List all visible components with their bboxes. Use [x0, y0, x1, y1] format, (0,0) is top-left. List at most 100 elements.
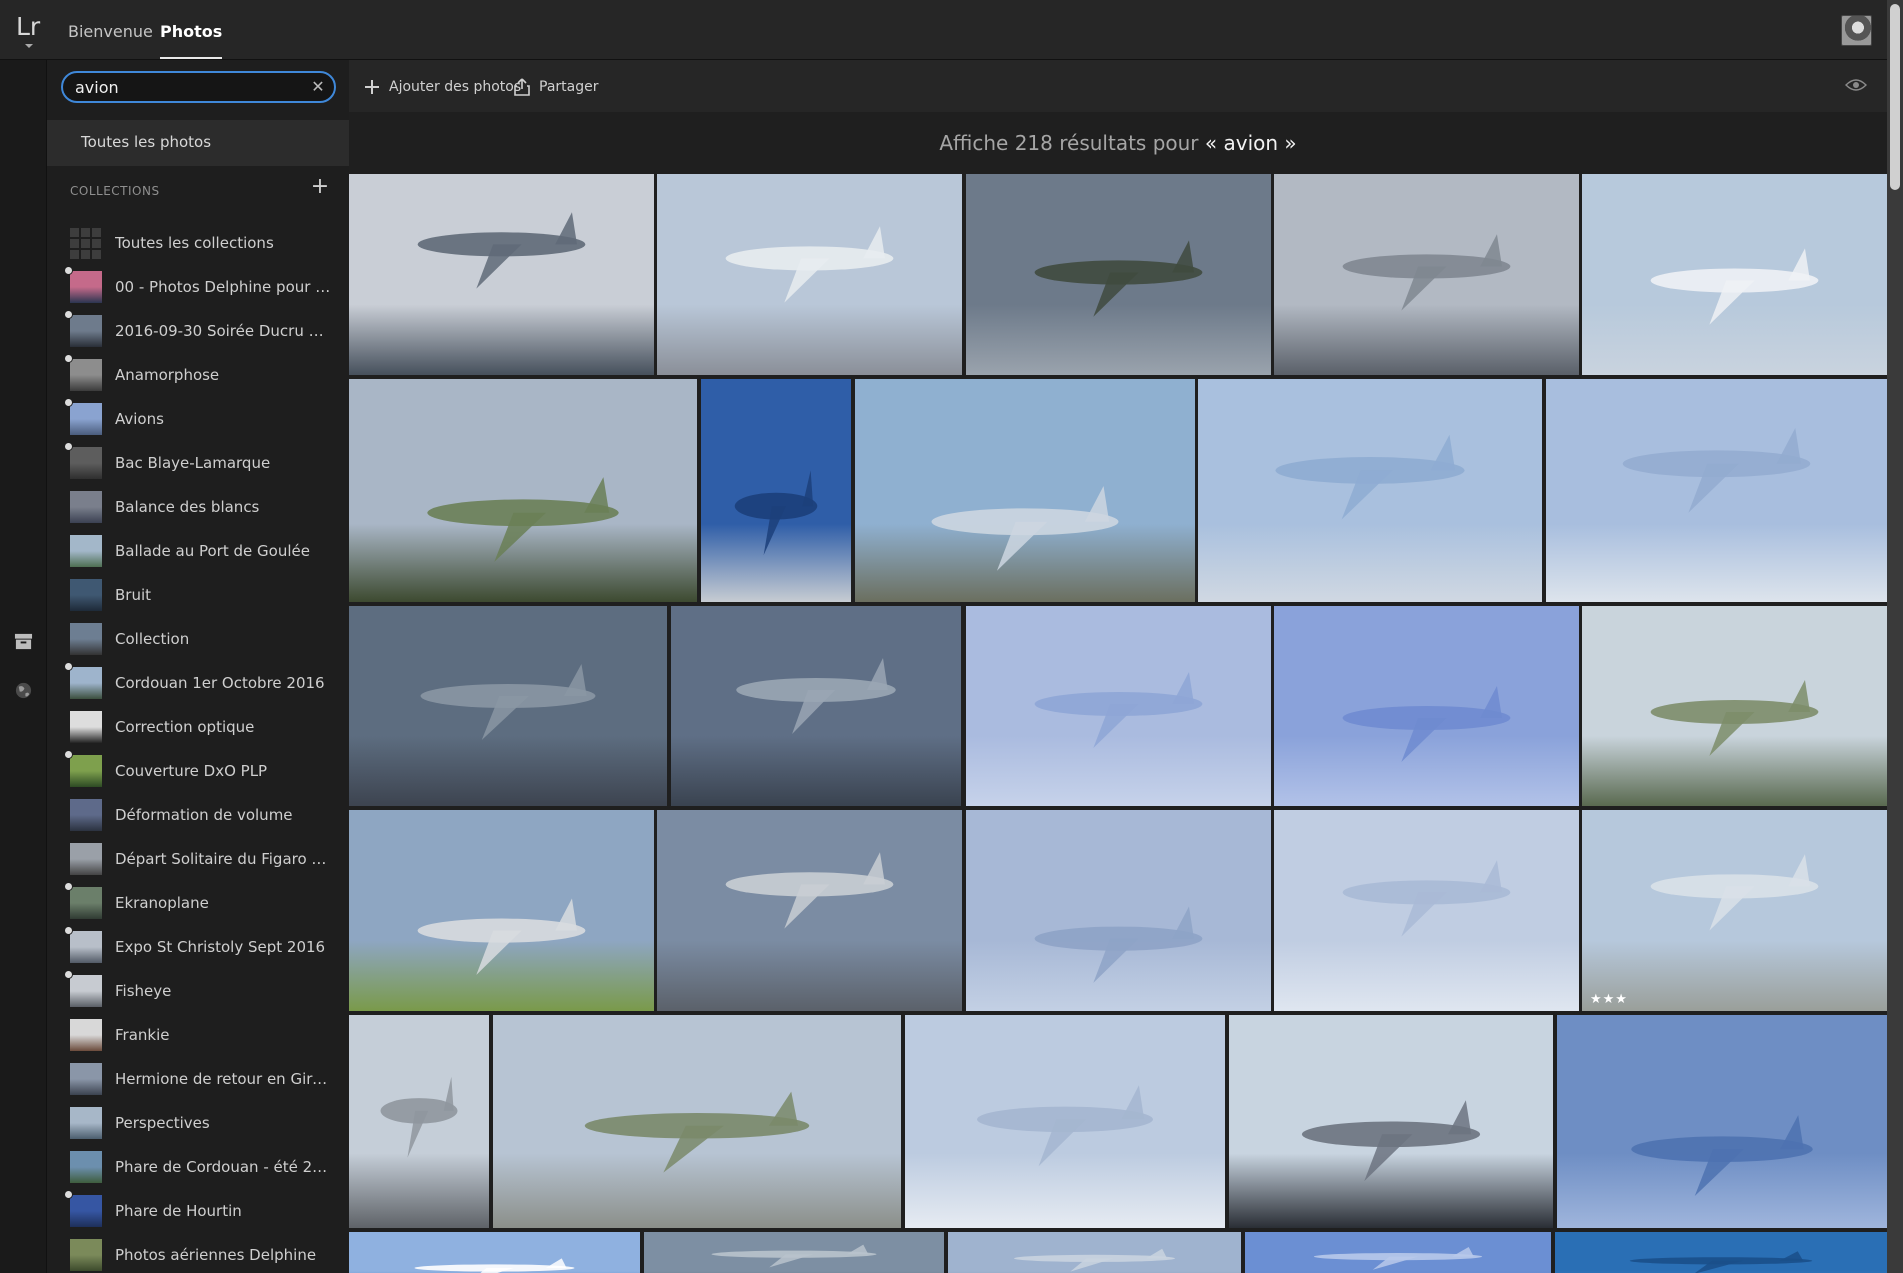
tab-bienvenue[interactable]: Bienvenue [68, 22, 153, 41]
add-collection-icon[interactable]: + [309, 174, 331, 199]
avatar[interactable] [1841, 15, 1872, 46]
sync-icon [64, 926, 73, 935]
photo-thumbnail[interactable] [644, 1232, 944, 1273]
photo-thumbnail[interactable] [966, 606, 1271, 806]
photo-thumbnail[interactable] [966, 174, 1271, 375]
photo-thumbnail[interactable] [855, 379, 1195, 602]
collection-item[interactable]: Phare de Cordouan - été 2016 [47, 1146, 349, 1190]
results-query: « avion » [1204, 131, 1297, 155]
collection-item-all[interactable]: Toutes les collections [47, 222, 349, 266]
photo-thumbnail[interactable] [349, 606, 667, 806]
tab-photos[interactable]: Photos [160, 22, 223, 59]
photo-thumbnail[interactable]: ★★★ [1582, 810, 1887, 1011]
collection-thumbnail [70, 1239, 102, 1271]
rating-stars: ★★★ [1590, 992, 1628, 1007]
collection-item[interactable]: Balance des blancs [47, 486, 349, 530]
scrollbar[interactable] [1887, 0, 1903, 1273]
app-menu[interactable]: Lr [16, 12, 44, 52]
collection-item[interactable]: Bac Blaye-Lamarque [47, 442, 349, 486]
eye-icon[interactable] [1845, 78, 1867, 92]
photo-thumbnail[interactable] [493, 1015, 901, 1228]
collection-label: Phare de Cordouan - été 2016 [115, 1158, 333, 1176]
collection-item[interactable]: Phare de Hourtin [47, 1190, 349, 1234]
photo-thumbnail[interactable] [349, 174, 654, 375]
share-button[interactable]: Partager [513, 77, 598, 97]
collection-item[interactable]: Cordouan 1er Octobre 2016 [47, 662, 349, 706]
collection-item[interactable]: Frankie [47, 1014, 349, 1058]
sync-icon [64, 266, 73, 275]
photo-thumbnail[interactable] [1582, 606, 1887, 806]
grid-icon [70, 227, 102, 259]
close-icon[interactable]: ✕ [310, 79, 326, 95]
collection-item[interactable]: Collection [47, 618, 349, 662]
photo-thumbnail[interactable] [349, 1015, 489, 1228]
collection-label: Bac Blaye-Lamarque [115, 454, 271, 472]
collection-item[interactable]: Perspectives [47, 1102, 349, 1146]
photo-thumbnail[interactable] [671, 606, 961, 806]
collection-item[interactable]: Bruit [47, 574, 349, 618]
sync-icon [64, 750, 73, 759]
collection-thumbnail [70, 711, 102, 743]
search-input[interactable] [75, 77, 295, 97]
add-photos-button[interactable]: Ajouter des photos [363, 77, 521, 97]
collection-item[interactable]: Hermione de retour en Gironde [47, 1058, 349, 1102]
collection-label: Photos aériennes Delphine [115, 1246, 317, 1264]
sync-icon [64, 882, 73, 891]
add-photos-label: Ajouter des photos [389, 79, 522, 95]
collections-header: COLLECTIONS [70, 184, 160, 198]
collection-item[interactable]: Photos aériennes Delphine [47, 1234, 349, 1273]
scrollbar-thumb[interactable] [1890, 4, 1900, 190]
photo-thumbnail[interactable] [349, 810, 654, 1011]
collection-item[interactable]: Couverture DxO PLP [47, 750, 349, 794]
photo-thumbnail[interactable] [1582, 174, 1887, 375]
photo-thumbnail[interactable] [701, 379, 851, 602]
photo-thumbnail[interactable] [657, 174, 962, 375]
collection-item[interactable]: Fisheye [47, 970, 349, 1014]
collection-thumbnail [70, 447, 102, 479]
sync-icon [64, 662, 73, 671]
photo-thumbnail[interactable] [1245, 1232, 1551, 1273]
collection-label: Départ Solitaire du Figaro Paui... [115, 850, 333, 868]
collection-thumbnail [70, 315, 102, 347]
photo-thumbnail[interactable] [657, 810, 962, 1011]
collection-thumbnail [70, 579, 102, 611]
chevron-down-icon [25, 44, 33, 48]
collection-thumbnail [70, 843, 102, 875]
photo-thumbnail[interactable] [1274, 174, 1579, 375]
photo-thumbnail[interactable] [1198, 379, 1542, 602]
collection-item[interactable]: Avions [47, 398, 349, 442]
collection-item[interactable]: 2016-09-30 Soirée Ducru Beau... [47, 310, 349, 354]
collection-thumbnail [70, 667, 102, 699]
all-photos-label: Toutes les photos [81, 133, 212, 151]
photo-thumbnail[interactable] [1229, 1015, 1553, 1228]
photo-thumbnail[interactable] [905, 1015, 1225, 1228]
collection-thumbnail [70, 755, 102, 787]
collection-label: 2016-09-30 Soirée Ducru Beau... [115, 322, 333, 340]
collection-item[interactable]: Ballade au Port de Goulée [47, 530, 349, 574]
photo-thumbnail[interactable] [349, 379, 697, 602]
photo-thumbnail[interactable] [1557, 1015, 1887, 1228]
collection-item[interactable]: Correction optique [47, 706, 349, 750]
photo-thumbnail[interactable] [1555, 1232, 1887, 1273]
photo-thumbnail[interactable] [1274, 810, 1579, 1011]
collection-list: Toutes les collections 00 - Photos Delphi… [47, 222, 349, 1273]
all-photos-item[interactable]: Toutes les photos [47, 120, 349, 166]
collection-thumbnail [70, 799, 102, 831]
collection-item[interactable]: Ekranoplane [47, 882, 349, 926]
archive-icon[interactable] [14, 632, 33, 651]
collection-item[interactable]: Départ Solitaire du Figaro Paui... [47, 838, 349, 882]
collection-item[interactable]: Anamorphose [47, 354, 349, 398]
photo-thumbnail[interactable] [349, 1232, 640, 1273]
photo-thumbnail[interactable] [948, 1232, 1241, 1273]
collection-item[interactable]: Expo St Christoly Sept 2016 [47, 926, 349, 970]
collection-item[interactable]: Déformation de volume [47, 794, 349, 838]
collection-thumbnail [70, 623, 102, 655]
photo-thumbnail[interactable] [1274, 606, 1579, 806]
collection-item[interactable]: 00 - Photos Delphine pour ate... [47, 266, 349, 310]
globe-icon[interactable] [14, 681, 33, 700]
photo-thumbnail[interactable] [1546, 379, 1887, 602]
photo-thumbnail[interactable] [966, 810, 1271, 1011]
share-icon [514, 78, 530, 96]
grid-toolbar: Ajouter des photos Partager [349, 60, 1887, 112]
share-label: Partager [539, 79, 599, 95]
